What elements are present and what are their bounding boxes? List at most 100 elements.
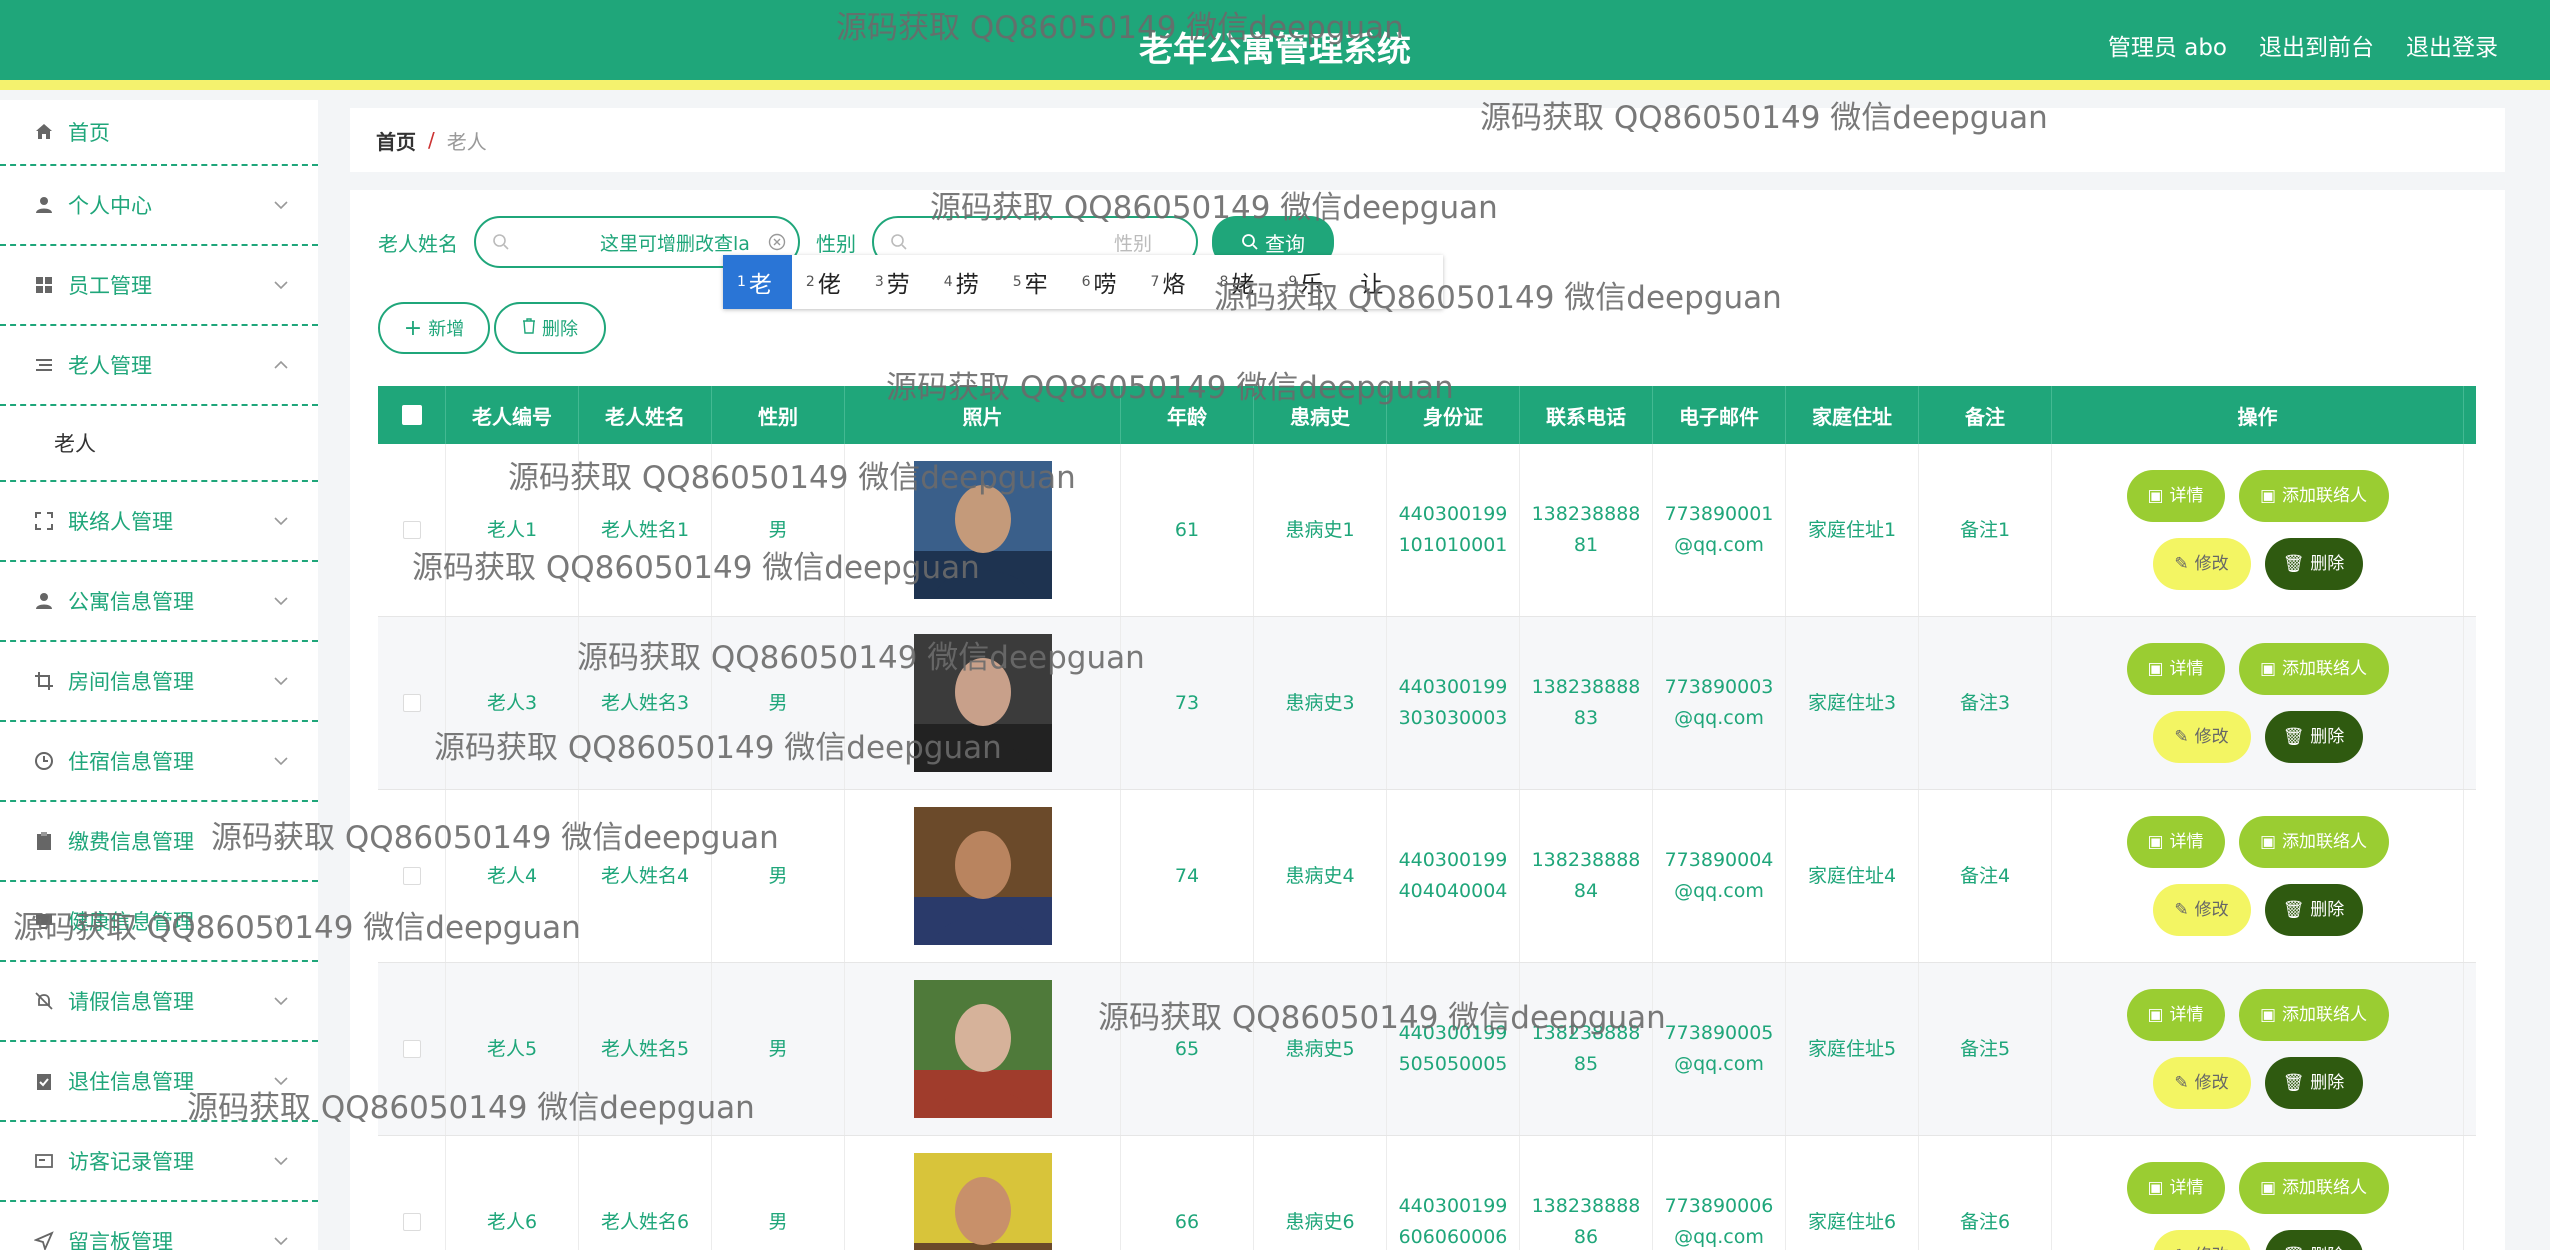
table-row: 老人6 老人姓名6 男 66 患病史6 440300199 606060006 1382388… [378, 1136, 2476, 1250]
add-contact-button-label: 添加联络人 [2282, 1004, 2368, 1025]
edit-button[interactable]: ✎修改 [2152, 884, 2251, 936]
sidebar-item-lodging[interactable]: 住宿信息管理 [0, 722, 318, 802]
ime-candidate[interactable]: 让 [1343, 255, 1403, 309]
ime-candidate[interactable]: 8姥 [1205, 255, 1274, 309]
select-all-checkbox[interactable] [401, 405, 422, 425]
row-checkbox[interactable] [402, 867, 421, 885]
chevron-down-icon [272, 196, 290, 214]
batch-delete-button[interactable]: 删除 [494, 302, 606, 354]
sidebar-item-apartment[interactable]: 公寓信息管理 [0, 562, 318, 642]
top-header: 老年公寓管理系统 管理员 abo 退出到前台 退出登录 [0, 0, 2550, 90]
add-contact-button[interactable]: ▣ 添加联络人 [2238, 1162, 2389, 1214]
cell-note: 备注6 [1919, 1136, 2052, 1250]
sidebar-item-personal-center[interactable]: 个人中心 [0, 166, 318, 246]
sidebar-item-label: 留言板管理 [68, 1230, 173, 1250]
detail-icon: ▣ [2147, 658, 2164, 679]
table-body: 老人1 老人姓名1 男 61 患病史1 440300199 101010001 1382388… [378, 444, 2476, 1250]
row-checkbox[interactable] [402, 1213, 421, 1231]
sidebar-subitem-elder[interactable]: 老人 [0, 406, 318, 482]
sidebar-item-message-board[interactable]: 留言板管理 [0, 1202, 318, 1250]
detail-button[interactable]: ▣ 详情 [2126, 989, 2225, 1041]
sidebar-item-payment[interactable]: 缴费信息管理 [0, 802, 318, 882]
cell-phone: 138238888 84 [1520, 790, 1653, 962]
elder-photo[interactable] [913, 634, 1052, 772]
row-checkbox[interactable] [402, 1040, 421, 1058]
delete-button-label: 删除 [2310, 899, 2345, 920]
phone-line: 86 [1573, 1226, 1599, 1248]
exit-to-front-link[interactable]: 退出到前台 [2259, 28, 2374, 62]
cell-sex: 男 [712, 444, 845, 616]
edit-button[interactable]: ✎修改 [2152, 1230, 2251, 1250]
action-bar: + 新增 删除 [378, 302, 606, 354]
clear-icon[interactable] [768, 233, 786, 256]
chevron-down-icon [272, 672, 290, 690]
ime-candidate[interactable]: 7烙 [1137, 255, 1206, 309]
add-contact-button[interactable]: ▣ 添加联络人 [2238, 643, 2389, 695]
delete-button[interactable]: 🗑删除 [2264, 538, 2363, 590]
edit-button-label: 修改 [2194, 899, 2229, 920]
add-contact-button[interactable]: ▣ 添加联络人 [2238, 816, 2389, 868]
cell-sex: 男 [712, 963, 845, 1135]
detail-button[interactable]: ▣ 详情 [2126, 470, 2225, 522]
sidebar-item-contacts[interactable]: 联络人管理 [0, 482, 318, 562]
ime-candidate[interactable]: 1老 [723, 255, 792, 309]
sidebar-item-checkout[interactable]: 退住信息管理 [0, 1042, 318, 1122]
detail-button[interactable]: ▣ 详情 [2126, 1162, 2225, 1214]
cell-address: 家庭住址4 [1786, 790, 1919, 962]
detail-icon: ▣ [2147, 1177, 2164, 1198]
sidebar-item-home[interactable]: 首页 [0, 100, 318, 166]
elder-table: 老人编号 老人姓名 性别 照片 年龄 患病史 身份证 联系电话 电子邮件 家庭住… [378, 386, 2476, 1250]
cell-operations: ▣详情▣添加联络人 ✎修改 🗑删除 [2052, 1136, 2464, 1250]
chevron-down-icon [272, 592, 290, 610]
cell-operations: ▣详情▣添加联络人 ✎修改🗑删除 [2052, 444, 2464, 616]
detail-button[interactable]: ▣ 详情 [2126, 643, 2225, 695]
detail-icon: ▣ [2259, 831, 2277, 852]
sex-label: 性别 [816, 231, 856, 256]
grid-icon [32, 273, 56, 297]
id-card-line: 440300199 [1398, 1022, 1508, 1044]
sidebar-item-room[interactable]: 房间信息管理 [0, 642, 318, 722]
ime-candidate[interactable]: 3劳 [861, 255, 930, 309]
email-line: @qq.com [1674, 1226, 1764, 1248]
id-card-line: 505050005 [1398, 1053, 1508, 1075]
sidebar-item-health[interactable]: 健康信息管理 [0, 882, 318, 962]
row-select-cell [378, 444, 446, 616]
ime-candidate[interactable]: 6唠 [1068, 255, 1137, 309]
cell-age: 61 [1121, 444, 1254, 616]
delete-button[interactable]: 🗑删除 [2264, 1230, 2363, 1250]
person-icon [32, 589, 56, 613]
delete-button-label: 删除 [2310, 1241, 2344, 1250]
add-contact-button[interactable]: ▣ 添加联络人 [2238, 470, 2389, 522]
ime-candidate[interactable]: 5牢 [999, 255, 1068, 309]
logout-link[interactable]: 退出登录 [2406, 28, 2498, 62]
row-checkbox[interactable] [402, 521, 421, 539]
sidebar-item-leave[interactable]: 请假信息管理 [0, 962, 318, 1042]
delete-button[interactable]: 🗑删除 [2264, 711, 2363, 763]
edit-button-label: 修改 [2195, 1241, 2229, 1250]
ime-candidate[interactable]: 2佬 [792, 255, 861, 309]
elder-photo[interactable] [913, 461, 1052, 599]
edit-button[interactable]: ✎修改 [2152, 538, 2251, 590]
sidebar-item-visitor[interactable]: 访客记录管理 [0, 1122, 318, 1202]
delete-button-label: 删除 [2310, 726, 2345, 747]
add-contact-button[interactable]: ▣ 添加联络人 [2238, 989, 2389, 1041]
search-icon [492, 233, 510, 256]
detail-button[interactable]: ▣ 详情 [2126, 816, 2225, 868]
breadcrumb-home[interactable]: 首页 [376, 126, 416, 155]
elder-photo[interactable] [913, 980, 1052, 1118]
ime-candidate-number: 3 [874, 274, 884, 290]
admin-user-link[interactable]: 管理员 abo [2108, 28, 2227, 62]
elder-photo[interactable] [913, 807, 1052, 945]
edit-button[interactable]: ✎修改 [2152, 711, 2251, 763]
elder-photo[interactable] [913, 1153, 1052, 1250]
add-button[interactable]: + 新增 [378, 302, 490, 354]
delete-button[interactable]: 🗑删除 [2264, 1057, 2363, 1109]
edit-button[interactable]: ✎修改 [2152, 1057, 2251, 1109]
sidebar-item-elder[interactable]: 老人管理 [0, 326, 318, 406]
delete-button[interactable]: 🗑删除 [2264, 884, 2363, 936]
ime-candidate[interactable]: 4捞 [930, 255, 999, 309]
ime-candidate[interactable]: 9乐 [1274, 255, 1343, 309]
detail-icon: ▣ [2259, 1004, 2277, 1025]
row-checkbox[interactable] [402, 694, 421, 712]
sidebar-item-staff[interactable]: 员工管理 [0, 246, 318, 326]
